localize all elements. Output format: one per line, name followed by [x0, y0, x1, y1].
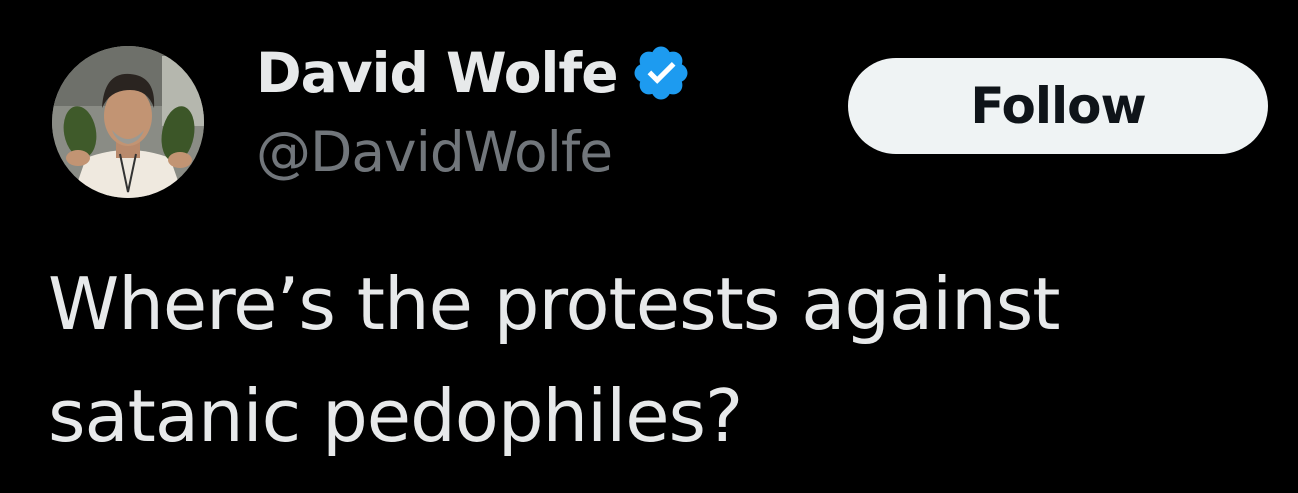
verified-badge-icon: [630, 42, 692, 104]
tweet-text: Where’s the protests against satanic ped…: [48, 248, 1268, 472]
tweet-text-line: satanic pedophiles?: [48, 374, 743, 458]
author-handle[interactable]: @DavidWolfe: [256, 120, 692, 184]
follow-button[interactable]: Follow: [848, 58, 1268, 154]
author-info: David Wolfe @DavidWolfe: [256, 38, 692, 184]
avatar[interactable]: [52, 46, 204, 198]
profile-photo-icon: [52, 46, 204, 198]
author-name-row: David Wolfe: [256, 38, 692, 108]
tweet-card: David Wolfe @DavidWolfe Follow Where’s t…: [0, 0, 1298, 493]
tweet-text-line: Where’s the protests against: [48, 262, 1061, 346]
author-display-name[interactable]: David Wolfe: [256, 41, 619, 105]
